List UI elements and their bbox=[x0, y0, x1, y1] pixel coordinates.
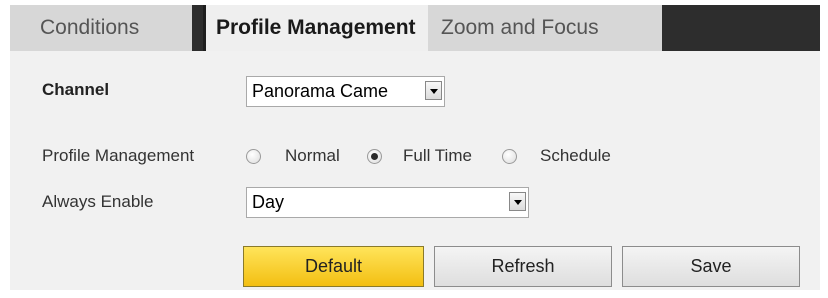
radio-schedule[interactable] bbox=[502, 149, 517, 164]
profile-management-label: Profile Management bbox=[42, 146, 195, 165]
default-button[interactable]: Default bbox=[243, 246, 424, 287]
always-enable-select-value: Day bbox=[252, 192, 285, 212]
always-enable-select[interactable]: Day bbox=[246, 187, 529, 218]
radio-schedule-label[interactable]: Schedule bbox=[540, 146, 611, 166]
tab-conditions[interactable]: Conditions bbox=[10, 5, 192, 51]
refresh-button[interactable]: Refresh bbox=[434, 246, 612, 287]
chevron-down-icon[interactable] bbox=[509, 192, 526, 211]
radio-full-time[interactable] bbox=[367, 149, 382, 164]
always-enable-label: Always Enable bbox=[42, 192, 154, 211]
tab-bar: Conditions Profile Management Zoom and F… bbox=[10, 5, 820, 51]
tab-zoom-and-focus[interactable]: Zoom and Focus bbox=[428, 5, 662, 51]
channel-select-value: Panorama Came bbox=[252, 81, 389, 101]
radio-full-time-label[interactable]: Full Time bbox=[403, 146, 472, 166]
radio-normal[interactable] bbox=[246, 149, 261, 164]
channel-select[interactable]: Panorama Came bbox=[246, 76, 445, 107]
channel-label: Channel bbox=[42, 80, 110, 99]
settings-panel: Channel Panorama Came Profile Management… bbox=[10, 51, 820, 290]
save-button[interactable]: Save bbox=[622, 246, 800, 287]
chevron-down-icon[interactable] bbox=[425, 81, 442, 100]
radio-normal-label[interactable]: Normal bbox=[285, 146, 340, 166]
tab-profile-management[interactable]: Profile Management bbox=[203, 5, 428, 51]
